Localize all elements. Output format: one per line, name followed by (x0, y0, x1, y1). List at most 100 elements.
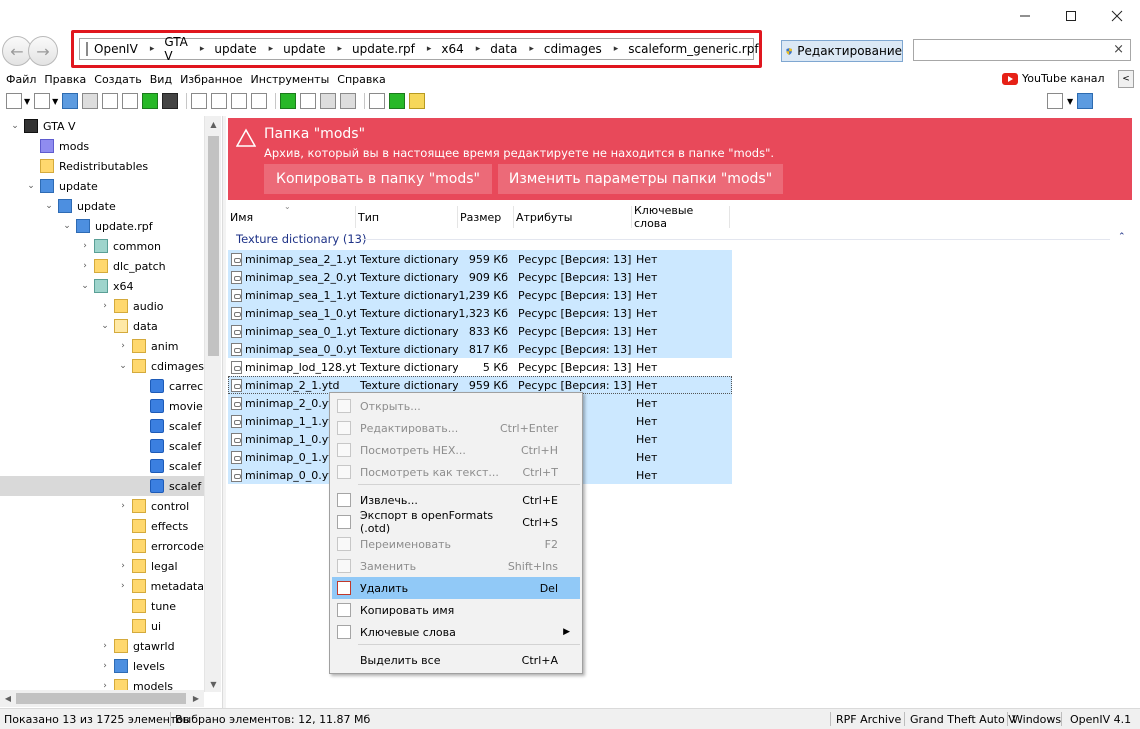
breadcrumb-item[interactable]: cdimages ▸ (544, 42, 628, 56)
file-row[interactable]: minimap_sea_1_0.ytd Texture dictionary 1,3… (228, 304, 732, 322)
context-menu-item[interactable]: Посмотреть HEX... Ctrl+H (332, 439, 580, 461)
settings-icon[interactable] (62, 93, 79, 109)
column-header-attributes[interactable]: Атрибуты (514, 206, 632, 228)
chevron-down-icon[interactable]: ▼ (52, 97, 58, 106)
collapse-icon[interactable]: ⌄ (118, 361, 128, 371)
context-menu-item[interactable]: Ключевые слова ▶ (332, 621, 580, 643)
scroll-thumb[interactable] (16, 693, 186, 704)
context-menu-item[interactable]: Экспорт в openFormats (.otd) Ctrl+S (332, 509, 580, 535)
menu-item[interactable]: Вид (150, 73, 172, 86)
context-menu-item[interactable]: Посмотреть как текст... Ctrl+T (332, 461, 580, 483)
document-icon[interactable] (251, 93, 268, 109)
breadcrumb-item[interactable]: update ▸ (214, 42, 283, 56)
close-button[interactable] (1094, 0, 1140, 32)
column-header-size[interactable]: Размер (458, 206, 514, 228)
scroll-left-icon[interactable]: ◀ (0, 690, 16, 707)
tree-item[interactable]: Redistributables (0, 156, 204, 176)
group-header[interactable]: Texture dictionary (13) (236, 232, 366, 246)
rename-icon[interactable] (320, 93, 337, 109)
search-input[interactable]: × (913, 39, 1131, 61)
menu-scroll-left-button[interactable]: < (1118, 70, 1134, 88)
new-file-icon[interactable] (6, 93, 22, 109)
tree-item[interactable]: tune (0, 596, 204, 616)
edit-mode-button[interactable]: Редактирование (781, 40, 903, 62)
tree-item[interactable]: › metadata (0, 576, 204, 596)
collapse-icon[interactable]: ⌄ (100, 321, 110, 331)
mods-settings-button[interactable]: Изменить параметры папки "mods" (498, 164, 783, 194)
expand-icon[interactable]: › (80, 261, 90, 271)
extract-icon[interactable] (300, 93, 317, 109)
context-menu-item[interactable]: Переименовать F2 (332, 533, 580, 555)
breadcrumb-item[interactable]: scaleform_generic.rpf (628, 42, 758, 56)
address-bar[interactable]: OpenIV ▸ GTA V ▸ update ▸ update ▸ update.rpf ▸ x6… (79, 35, 759, 63)
breadcrumb-item[interactable]: OpenIV ▸ (94, 42, 164, 56)
file-row[interactable]: minimap_sea_0_1.ytd Texture dictionary 833… (228, 322, 732, 340)
pane-splitter[interactable] (222, 116, 226, 708)
column-header-type[interactable]: Тип (356, 206, 458, 228)
menu-item[interactable]: Справка (337, 73, 385, 86)
breadcrumb-separator-icon[interactable]: ▸ (337, 44, 342, 54)
tree-item[interactable]: scalef (0, 456, 204, 476)
add-icon[interactable] (389, 93, 406, 109)
new-item-icon[interactable] (34, 93, 51, 109)
tree-item[interactable]: › audio (0, 296, 204, 316)
view-icon[interactable] (211, 93, 228, 109)
forward-button[interactable]: → (28, 36, 58, 66)
breadcrumb-separator-icon[interactable]: ▸ (476, 44, 481, 54)
replace-icon[interactable] (340, 93, 357, 109)
tree-item[interactable]: scalef (0, 436, 204, 456)
tree-item[interactable]: ⌄ cdimages (0, 356, 204, 376)
expand-icon[interactable]: › (80, 241, 90, 251)
tree-horizontal-scrollbar[interactable]: ◀ ▶ (0, 690, 204, 707)
tree-item[interactable]: ⌄ update (0, 176, 204, 196)
view-list-icon[interactable] (1047, 93, 1063, 109)
expand-icon[interactable]: › (118, 561, 128, 571)
column-header-name[interactable]: Имя (228, 206, 356, 228)
tree-item[interactable]: movie (0, 396, 204, 416)
breadcrumb-separator-icon[interactable]: ▸ (200, 44, 205, 54)
minimize-button[interactable] (1002, 0, 1048, 32)
tree-vertical-scrollbar[interactable]: ▲ ▼ (204, 116, 221, 692)
scroll-up-icon[interactable]: ▲ (205, 116, 222, 132)
tree-item[interactable]: › dlc_patch (0, 256, 204, 276)
tree-item[interactable]: › legal (0, 556, 204, 576)
save-icon[interactable] (162, 93, 179, 109)
expand-icon[interactable]: › (100, 301, 110, 311)
scroll-down-icon[interactable]: ▼ (205, 676, 222, 692)
tree-item[interactable]: › anim (0, 336, 204, 356)
context-menu-item[interactable]: Копировать имя (332, 599, 580, 621)
tree-item[interactable]: ui (0, 616, 204, 636)
file-row[interactable]: minimap_sea_2_1.ytd Texture dictionary 959… (228, 250, 732, 268)
context-menu-item[interactable]: Извлечь... Ctrl+E (332, 489, 580, 511)
grid-icon[interactable] (122, 93, 139, 109)
tree-item[interactable]: mods (0, 136, 204, 156)
tool-icon[interactable] (82, 93, 99, 109)
context-menu-item[interactable]: Заменить Shift+Ins (332, 555, 580, 577)
menu-item[interactable]: Файл (6, 73, 36, 86)
context-menu-item[interactable]: Выделить все Ctrl+A (332, 649, 580, 671)
edit-icon[interactable] (191, 93, 208, 109)
tree-item[interactable]: scalef (0, 416, 204, 436)
collapse-icon[interactable]: ⌄ (80, 281, 90, 291)
breadcrumb-separator-icon[interactable]: ▸ (427, 44, 432, 54)
tree-item[interactable]: ⌄ update (0, 196, 204, 216)
scroll-right-icon[interactable]: ▶ (188, 690, 204, 707)
scroll-thumb[interactable] (208, 136, 219, 356)
context-menu-item[interactable]: Редактировать... Ctrl+Enter (332, 417, 580, 439)
breadcrumb-separator-icon[interactable]: ▸ (529, 44, 534, 54)
tree-item[interactable]: ⌄ update.rpf (0, 216, 204, 236)
menu-item[interactable]: Создать (94, 73, 142, 86)
tree-item[interactable]: ⌄ x64 (0, 276, 204, 296)
breadcrumb-separator-icon[interactable]: ▸ (269, 44, 274, 54)
youtube-channel-link[interactable]: YouTube канал (1002, 72, 1105, 85)
breadcrumb-item[interactable]: update ▸ (283, 42, 352, 56)
tree-item[interactable]: › gtawrld (0, 636, 204, 656)
expand-icon[interactable]: › (100, 641, 110, 651)
new-folder-icon[interactable] (409, 93, 426, 109)
breadcrumb-item[interactable]: data ▸ (490, 42, 544, 56)
preview-pane-icon[interactable] (1077, 93, 1094, 109)
file-row[interactable]: minimap_sea_0_0.ytd Texture dictionary 817… (228, 340, 732, 358)
clear-search-icon[interactable]: × (1113, 42, 1124, 57)
breadcrumb-item[interactable]: GTA V ▸ (164, 35, 214, 63)
collapse-icon[interactable]: ⌄ (44, 201, 54, 211)
